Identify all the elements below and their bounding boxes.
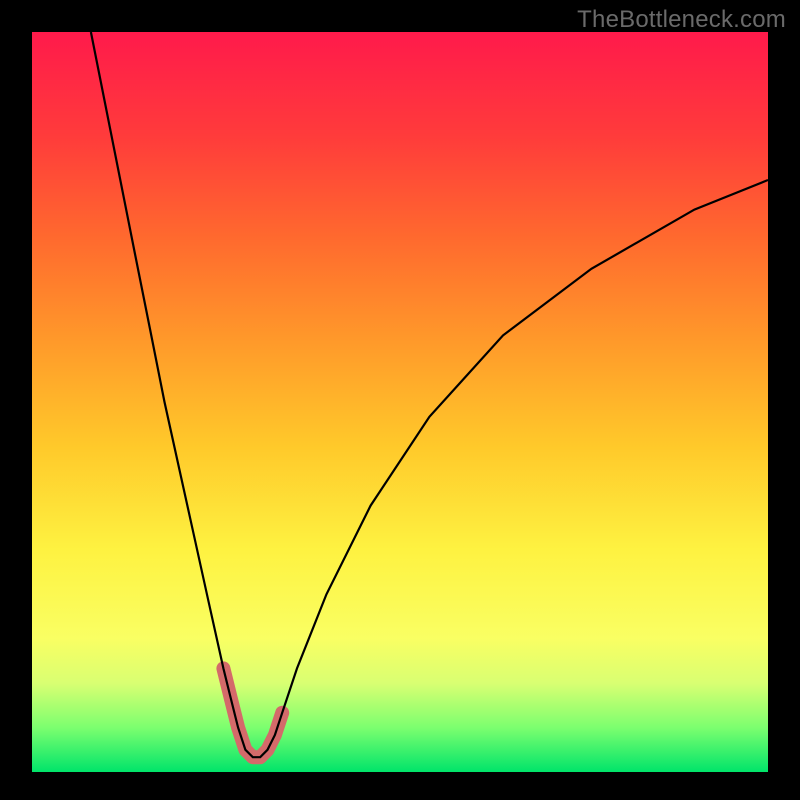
minimum-highlight: [223, 668, 282, 757]
chart-frame: TheBottleneck.com: [0, 0, 800, 800]
watermark-text: TheBottleneck.com: [577, 6, 786, 34]
curve-layer: [32, 32, 768, 772]
plot-area: [32, 32, 768, 772]
bottleneck-curve: [91, 32, 768, 757]
